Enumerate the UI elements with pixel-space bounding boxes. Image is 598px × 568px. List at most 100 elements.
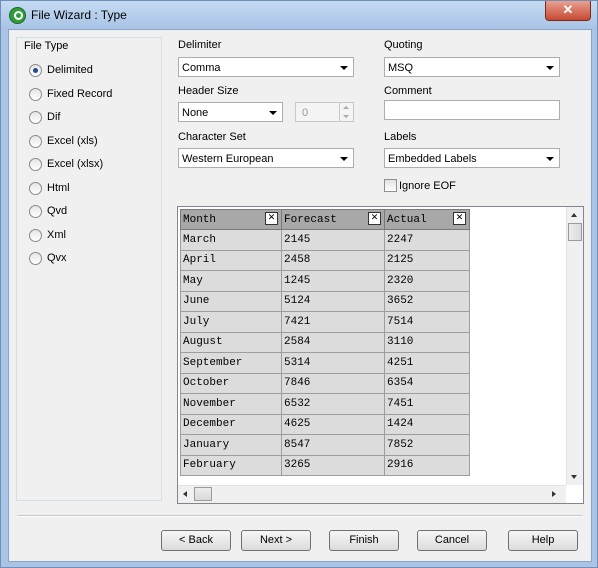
column-header-label: Forecast — [284, 213, 337, 226]
table-cell: 2458 — [281, 249, 385, 271]
next-button[interactable]: Next > — [241, 530, 311, 551]
delimiter-value: Comma — [182, 62, 221, 74]
radio-button[interactable] — [29, 204, 42, 218]
delimiter-select[interactable]: Comma — [178, 57, 354, 77]
scroll-down-icon[interactable] — [571, 475, 577, 479]
radio-button[interactable] — [29, 251, 42, 265]
table-cell: January — [180, 434, 282, 456]
table-row: November 6532 7451 — [180, 393, 470, 415]
header-size-select[interactable]: None — [178, 102, 283, 122]
comment-field[interactable] — [384, 100, 560, 120]
table-cell: 2320 — [384, 270, 470, 292]
vertical-scrollbar[interactable] — [566, 207, 583, 485]
table-cell: August — [180, 331, 282, 353]
labels-select[interactable]: Embedded Labels — [384, 148, 560, 168]
delimiter-label: Delimiter — [178, 39, 222, 51]
table-cell: 2584 — [281, 331, 385, 353]
quoting-value: MSQ — [388, 62, 414, 74]
file-type-option[interactable]: Xml — [29, 227, 66, 243]
character-set-value: Western European — [182, 153, 274, 165]
radio-button[interactable] — [29, 134, 42, 148]
table-cell: 2916 — [384, 454, 470, 476]
table-row: July 7421 7514 — [180, 311, 470, 333]
table-cell: 6354 — [384, 372, 470, 394]
file-type-option-label: Excel (xls) — [47, 135, 98, 147]
header-size-stepper[interactable]: 0 — [295, 102, 354, 122]
divider — [17, 515, 583, 517]
close-button[interactable]: ✕ — [545, 1, 591, 21]
title-bar[interactable]: File Wizard : Type ✕ — [1, 1, 597, 29]
file-type-option-label: Dif — [47, 111, 61, 123]
file-wizard-window: File Wizard : Type ✕ File Type Delimited… — [0, 0, 598, 568]
column-header-label: Actual — [387, 213, 427, 226]
close-icon[interactable]: ✕ — [368, 212, 381, 225]
back-button[interactable]: < Back — [161, 530, 231, 551]
scroll-up-icon[interactable] — [571, 213, 577, 217]
table-cell: 4251 — [384, 352, 470, 374]
file-type-option-label: Qvd — [47, 205, 68, 217]
table-row: October 7846 6354 — [180, 372, 470, 394]
radio-button[interactable] — [29, 87, 42, 101]
table-row: December 4625 1424 — [180, 413, 470, 435]
scroll-right-icon[interactable] — [552, 491, 556, 497]
file-type-group: File Type Delimited Fixed Record Dif Excel … — [16, 37, 162, 501]
ignore-eof-checkbox[interactable] — [384, 179, 397, 192]
radio-button[interactable] — [29, 157, 42, 171]
column-header[interactable]: Actual ✕ — [384, 209, 470, 230]
file-type-option[interactable]: Excel (xlsx) — [29, 156, 103, 172]
vertical-scroll-thumb[interactable] — [568, 223, 582, 241]
table-cell: March — [180, 229, 282, 251]
close-icon[interactable]: ✕ — [453, 212, 466, 225]
table-cell: February — [180, 454, 282, 476]
file-type-option[interactable]: Html — [29, 180, 70, 196]
file-type-option[interactable]: Delimited — [29, 62, 93, 78]
table-cell: 5314 — [281, 352, 385, 374]
table-cell: July — [180, 311, 282, 333]
table-cell: 1245 — [281, 270, 385, 292]
column-header[interactable]: Month ✕ — [180, 209, 282, 230]
ignore-eof-label: Ignore EOF — [399, 180, 456, 192]
column-header[interactable]: Forecast ✕ — [281, 209, 385, 230]
table-cell: 6532 — [281, 393, 385, 415]
header-size-label: Header Size — [178, 85, 239, 97]
radio-button[interactable] — [29, 181, 42, 195]
spin-up-icon[interactable] — [340, 103, 353, 112]
quoting-select[interactable]: MSQ — [384, 57, 560, 77]
help-button[interactable]: Help — [508, 530, 578, 551]
radio-button[interactable] — [29, 228, 42, 242]
finish-button[interactable]: Finish — [329, 530, 399, 551]
file-type-option[interactable]: Dif — [29, 109, 60, 125]
file-type-option[interactable]: Qvx — [29, 250, 67, 266]
file-type-option[interactable]: Excel (xls) — [29, 133, 98, 149]
file-type-option[interactable]: Fixed Record — [29, 86, 112, 102]
table-cell: 7514 — [384, 311, 470, 333]
character-set-select[interactable]: Western European — [178, 148, 354, 168]
comment-label: Comment — [384, 85, 432, 97]
table-cell: 2145 — [281, 229, 385, 251]
labels-value: Embedded Labels — [388, 153, 477, 165]
radio-button[interactable] — [29, 110, 42, 124]
scroll-left-icon[interactable] — [183, 491, 187, 497]
header-size-spin-value: 0 — [302, 107, 309, 119]
table-cell: 2125 — [384, 249, 470, 271]
file-type-option[interactable]: Qvd — [29, 203, 67, 219]
radio-button[interactable] — [29, 63, 42, 77]
preview-table: Month ✕ Forecast ✕ Actual ✕ March 2145 2247 Ap… — [180, 209, 470, 476]
chevron-down-icon — [546, 66, 554, 70]
table-row: February 3265 2916 — [180, 454, 470, 476]
dialog-body: File Type Delimited Fixed Record Dif Excel … — [8, 29, 592, 562]
spin-down-icon[interactable] — [340, 112, 353, 121]
data-preview[interactable]: Month ✕ Forecast ✕ Actual ✕ March 2145 2247 Ap… — [177, 206, 584, 504]
horizontal-scrollbar[interactable] — [178, 485, 566, 503]
table-row: January 8547 7852 — [180, 434, 470, 456]
table-row: June 5124 3652 — [180, 290, 470, 312]
table-row: May 1245 2320 — [180, 270, 470, 292]
table-cell: 5124 — [281, 290, 385, 312]
horizontal-scroll-thumb[interactable] — [194, 487, 212, 501]
table-row: March 2145 2247 — [180, 229, 470, 251]
table-cell: 1424 — [384, 413, 470, 435]
table-cell: November — [180, 393, 282, 415]
close-icon[interactable]: ✕ — [265, 212, 278, 225]
table-cell: April — [180, 249, 282, 271]
cancel-button[interactable]: Cancel — [417, 530, 487, 551]
